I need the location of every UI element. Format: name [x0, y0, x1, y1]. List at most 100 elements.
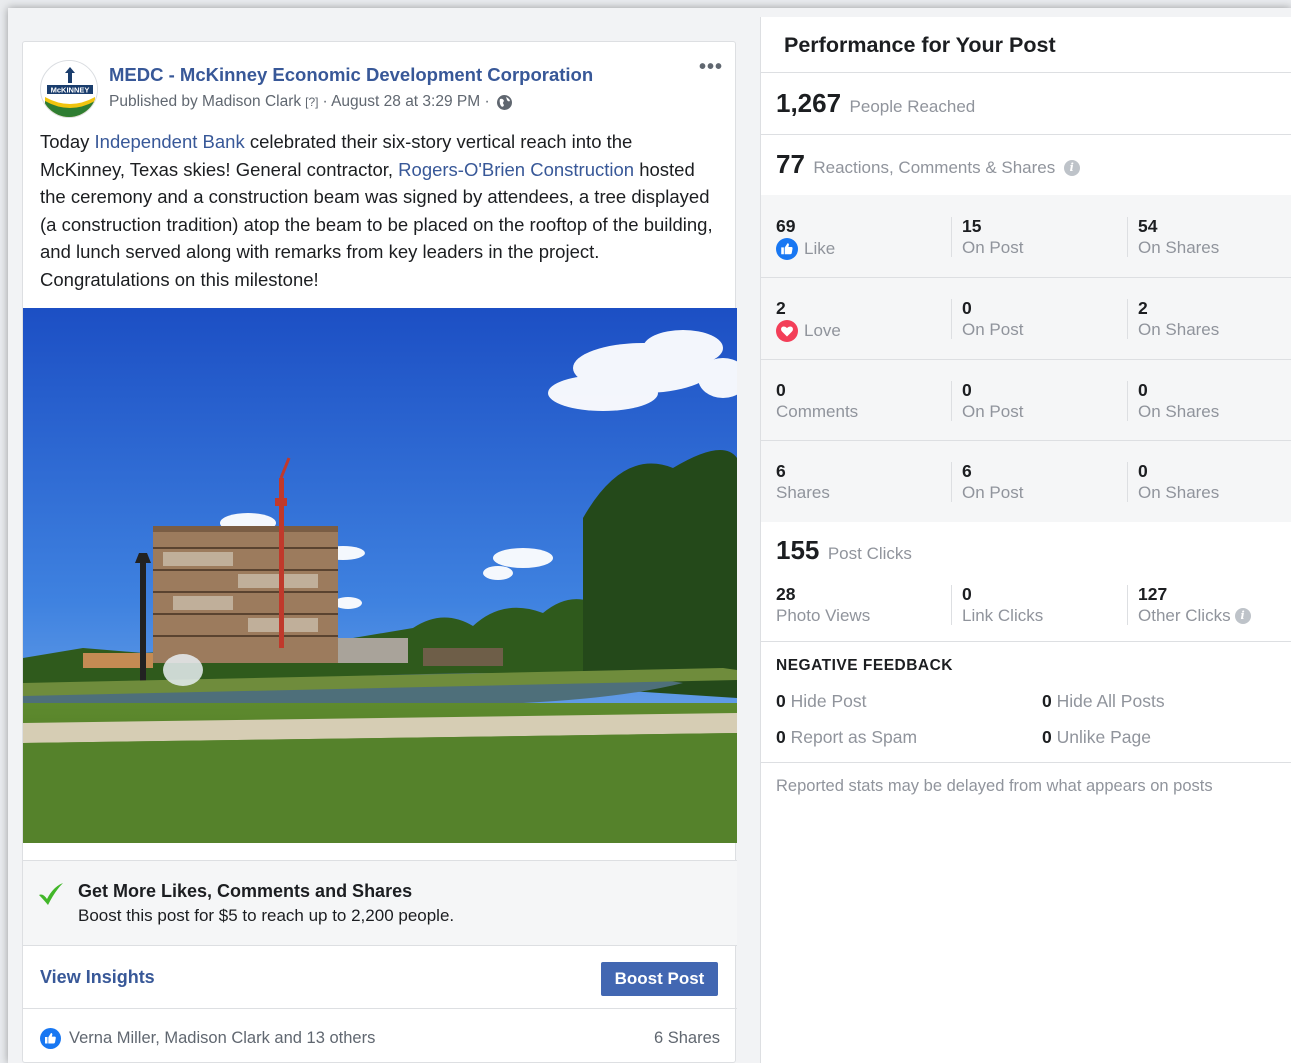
divider: [951, 462, 952, 502]
globe-icon[interactable]: [496, 94, 513, 111]
reaction-row-love: 2 Love 0 On Post 2 On Shares: [761, 277, 1291, 358]
divider: [951, 217, 952, 257]
comments-count: 0: [776, 380, 786, 400]
post-clicks-label: Post Clicks: [827, 544, 912, 563]
reactions-row: Verna Miller, Madison Clark and 13 other…: [23, 1008, 737, 1063]
shares-on-post-label: On Post: [962, 483, 1024, 502]
rogers-obrien-link[interactable]: Rogers-O'Brien Construction: [398, 159, 634, 180]
hide-post-count: 0: [776, 691, 786, 711]
love-on-shares-label: On Shares: [1138, 320, 1220, 339]
love-label-wrap: Love: [776, 320, 841, 342]
unlike-page-label: Unlike Page: [1056, 727, 1151, 747]
engagement-stat: 77 Reactions, Comments & Shares i: [776, 149, 1080, 180]
comments-row: 0 Comments 0 On Post 0 On Shares: [761, 359, 1291, 440]
divider: [1127, 462, 1128, 502]
like-count: 69: [776, 216, 796, 236]
comments-label: Comments: [776, 402, 859, 421]
link-clicks-count: 0: [962, 584, 972, 604]
like-on-shares-label: On Shares: [1138, 238, 1220, 257]
love-on-post-count: 0: [962, 298, 972, 318]
like-on-post-label: On Post: [962, 238, 1024, 257]
post-body: Today Independent Bank celebrated their …: [40, 128, 720, 293]
shares-on-post-count: 6: [962, 461, 972, 481]
hide-all-posts-stat: 0 Hide All Posts: [1042, 691, 1165, 712]
divider: [951, 381, 952, 421]
post-photo[interactable]: [23, 308, 737, 843]
post-date[interactable]: · August 28 at 3:29 PM ·: [322, 93, 489, 111]
more-options-icon[interactable]: •••: [699, 56, 723, 79]
post-meta: Published by Madison Clark [?] · August …: [109, 93, 513, 111]
comments-on-shares-label: On Shares: [1138, 402, 1220, 421]
info-icon[interactable]: i: [1063, 160, 1080, 176]
divider: [1127, 299, 1128, 339]
promo-subtitle: Boost this post for $5 to reach up to 2,…: [78, 906, 455, 925]
performance-panel: Performance for Your Post 1,267 People R…: [760, 17, 1291, 1063]
post-text-part: Today: [40, 131, 95, 152]
love-count: 2: [776, 298, 786, 318]
photo-views-count: 28: [776, 584, 796, 604]
help-marker[interactable]: [?]: [305, 95, 318, 109]
reactions-summary[interactable]: Verna Miller, Madison Clark and 13 other…: [69, 1029, 375, 1048]
panel-title: Performance for Your Post: [784, 33, 1056, 57]
negative-feedback-title: NEGATIVE FEEDBACK: [776, 657, 954, 674]
comments-on-post-label: On Post: [962, 402, 1024, 421]
view-insights-link[interactable]: View Insights: [40, 967, 155, 988]
hide-post-label: Hide Post: [790, 691, 867, 711]
like-on-shares-count: 54: [1138, 216, 1158, 236]
people-reached-stat: 1,267 People Reached: [776, 88, 975, 119]
love-on-shares-count: 2: [1138, 298, 1148, 318]
divider: [761, 641, 1291, 642]
people-reached-count: 1,267: [776, 88, 842, 118]
published-by[interactable]: Published by Madison Clark: [109, 93, 301, 111]
like-on-post-count: 15: [962, 216, 982, 236]
independent-bank-link[interactable]: Independent Bank: [95, 131, 245, 152]
reaction-row-like: 69 Like 15 On Post 54 On Shares: [761, 195, 1291, 276]
page-avatar[interactable]: McKINNEY: [40, 60, 98, 118]
unlike-page-stat: 0 Unlike Page: [1042, 727, 1151, 748]
divider: [761, 762, 1291, 763]
divider: [1127, 381, 1128, 421]
engagement-label: Reactions, Comments & Shares: [813, 158, 1056, 177]
boost-post-button[interactable]: Boost Post: [601, 962, 718, 996]
divider: [761, 134, 1291, 135]
report-spam-stat: 0 Report as Spam: [776, 727, 917, 748]
love-on-post-label: On Post: [962, 320, 1024, 339]
divider: [1127, 217, 1128, 257]
hide-all-posts-label: Hide All Posts: [1056, 691, 1165, 711]
report-spam-label: Report as Spam: [790, 727, 918, 747]
like-label-wrap: Like: [776, 238, 835, 260]
engagement-count: 77: [776, 149, 805, 179]
shares-row: 6 Shares 6 On Post 0 On Shares: [761, 440, 1291, 521]
shares-on-shares-count: 0: [1138, 461, 1148, 481]
like-label: Like: [804, 239, 836, 258]
post-card: McKINNEY MEDC - McKinney Economic Develo…: [22, 41, 737, 1063]
divider: [761, 72, 1291, 73]
boost-promo: Get More Likes, Comments and Shares Boos…: [23, 860, 737, 946]
link-clicks-label: Link Clicks: [962, 606, 1044, 625]
promo-title: Get More Likes, Comments and Shares: [78, 881, 413, 901]
other-clicks-label-wrap: Other Clicks i: [1138, 606, 1251, 626]
like-reaction-icon: [40, 1028, 61, 1049]
comments-on-shares-count: 0: [1138, 380, 1148, 400]
other-clicks-label: Other Clicks: [1138, 606, 1231, 625]
hide-all-posts-count: 0: [1042, 691, 1052, 711]
unlike-page-count: 0: [1042, 727, 1052, 747]
report-spam-count: 0: [776, 727, 786, 747]
shares-on-shares-label: On Shares: [1138, 483, 1220, 502]
shares-label: Shares: [776, 483, 830, 502]
other-clicks-count: 127: [1138, 584, 1168, 604]
photo-views-label: Photo Views: [776, 606, 871, 625]
comments-on-post-count: 0: [962, 380, 972, 400]
divider: [1127, 585, 1128, 625]
divider: [951, 585, 952, 625]
shares-count[interactable]: 6 Shares: [654, 1029, 720, 1048]
post-clicks-count: 155: [776, 535, 820, 565]
info-icon[interactable]: i: [1234, 608, 1251, 624]
divider: [951, 299, 952, 339]
like-icon: [776, 238, 798, 260]
click-breakdown: 28 Photo Views 0 Link Clicks 127 Other C…: [761, 563, 1291, 643]
page-name-link[interactable]: MEDC - McKinney Economic Development Cor…: [109, 64, 593, 86]
avatar-logo-text: McKINNEY: [51, 86, 90, 95]
stats-footnote: Reported stats may be delayed from what …: [776, 777, 1213, 795]
hide-post-stat: 0 Hide Post: [776, 691, 866, 712]
